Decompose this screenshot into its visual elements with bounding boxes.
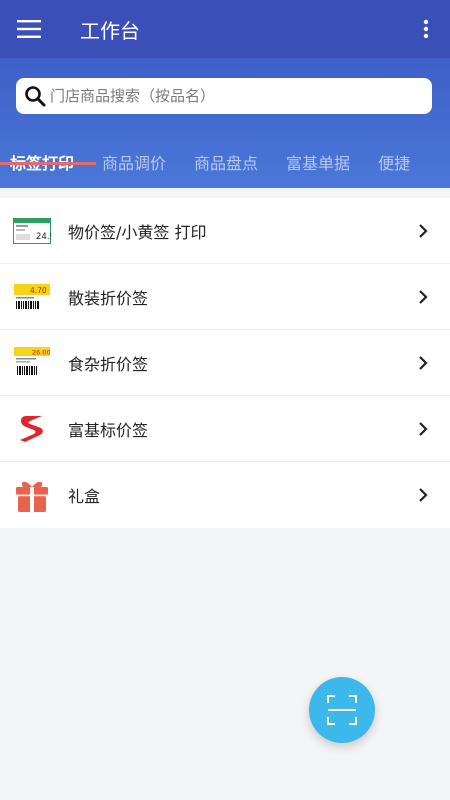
bulk-discount-label-icon: 4.70	[12, 277, 52, 317]
active-tab-indicator	[0, 162, 96, 165]
chevron-right-icon	[419, 421, 428, 436]
bulk-tag-value: 4.70	[30, 286, 47, 295]
list-item-label: 富基标价签	[68, 420, 149, 440]
list-item-label: 散装折价签	[68, 288, 149, 308]
list-item-gift-box[interactable]: 礼盒	[0, 462, 450, 528]
tab-stocktaking[interactable]: 商品盘点	[194, 138, 258, 186]
gift-box-icon	[12, 475, 52, 515]
tab-fuji-documents[interactable]: 富基单据	[286, 138, 350, 186]
search-icon	[25, 86, 46, 107]
page-title: 工作台	[80, 18, 140, 43]
scan-button[interactable]	[309, 677, 375, 743]
scan-icon	[327, 695, 357, 725]
price-tag-icon: 24.90	[12, 211, 52, 251]
price-tag-value: 24.90	[36, 232, 51, 242]
hamburger-menu-icon[interactable]	[0, 0, 58, 58]
fuji-logo-icon	[12, 409, 52, 449]
chevron-right-icon	[419, 488, 428, 502]
app-bar: 工作台	[0, 0, 450, 58]
list-item-label: 食杂折价签	[68, 354, 149, 374]
list-item-bulk-discount[interactable]: 4.70 散装折价签	[0, 264, 450, 330]
tab-price-adjustment[interactable]: 商品调价	[102, 138, 166, 186]
header-extension: 标签打印 商品调价 商品盘点 富基单据 便捷	[0, 58, 450, 188]
list-item-label: 礼盒	[68, 487, 101, 506]
chevron-right-icon	[419, 223, 428, 238]
chevron-right-icon	[419, 289, 428, 304]
function-list: 24.90 物价签/小黄签 打印 4.70	[0, 198, 450, 528]
search-bar[interactable]	[16, 78, 432, 114]
list-item-fuji-price-tag[interactable]: 富基标价签	[0, 396, 450, 462]
grocery-discount-label-icon: 26.00	[12, 343, 52, 383]
grocery-tag-value: 26.00	[32, 348, 50, 356]
list-item-label: 物价签/小黄签 打印	[68, 222, 207, 242]
search-input[interactable]	[50, 87, 420, 105]
chevron-right-icon	[419, 355, 428, 370]
list-item-price-tag-print[interactable]: 24.90 物价签/小黄签 打印	[0, 198, 450, 264]
more-vertical-icon[interactable]	[406, 0, 446, 58]
tab-convenience[interactable]: 便捷	[378, 138, 410, 186]
list-item-grocery-discount[interactable]: 26.00 食杂折价签	[0, 330, 450, 396]
